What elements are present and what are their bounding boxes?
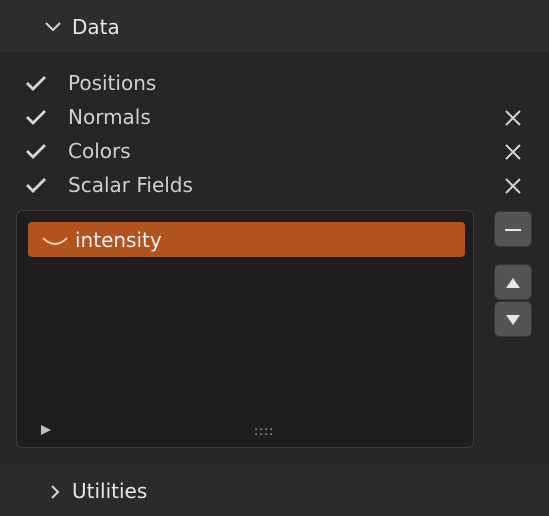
move-down-button[interactable] — [494, 301, 532, 337]
check-icon[interactable] — [24, 175, 48, 195]
close-icon[interactable] — [502, 107, 524, 129]
chevron-right-icon[interactable] — [48, 483, 62, 501]
attribute-row-normals[interactable]: Normals — [0, 100, 549, 134]
move-up-button[interactable] — [494, 264, 532, 300]
attribute-label: Scalar Fields — [68, 173, 193, 197]
attribute-label: Colors — [68, 139, 131, 163]
attribute-label: Positions — [68, 71, 157, 95]
resize-grip[interactable]: :::: — [254, 424, 274, 438]
scalar-field-list[interactable]: intensity :::: — [16, 210, 474, 448]
panel-header-utilities[interactable]: Utilities — [72, 479, 147, 503]
attribute-label: Normals — [68, 105, 151, 129]
attribute-row-positions[interactable]: Positions — [0, 66, 549, 100]
close-icon[interactable] — [502, 141, 524, 163]
close-icon[interactable] — [502, 175, 524, 197]
scalar-field-icon — [42, 237, 68, 245]
list-item[interactable]: intensity — [28, 222, 465, 257]
play-triangle-icon[interactable] — [39, 423, 53, 437]
triangle-down-icon — [506, 315, 520, 325]
check-icon[interactable] — [24, 141, 48, 161]
check-icon[interactable] — [24, 107, 48, 127]
attribute-row-colors[interactable]: Colors — [0, 134, 549, 168]
minus-icon — [505, 229, 521, 231]
chevron-down-icon — [45, 22, 61, 32]
list-item-label: intensity — [75, 228, 162, 252]
attribute-row-scalar-fields[interactable]: Scalar Fields — [0, 168, 549, 202]
triangle-up-icon — [506, 278, 520, 288]
panel-header-data[interactable]: Data — [0, 0, 549, 52]
panel-title: Data — [72, 15, 120, 39]
remove-item-button[interactable] — [494, 211, 532, 247]
check-icon[interactable] — [24, 73, 48, 93]
